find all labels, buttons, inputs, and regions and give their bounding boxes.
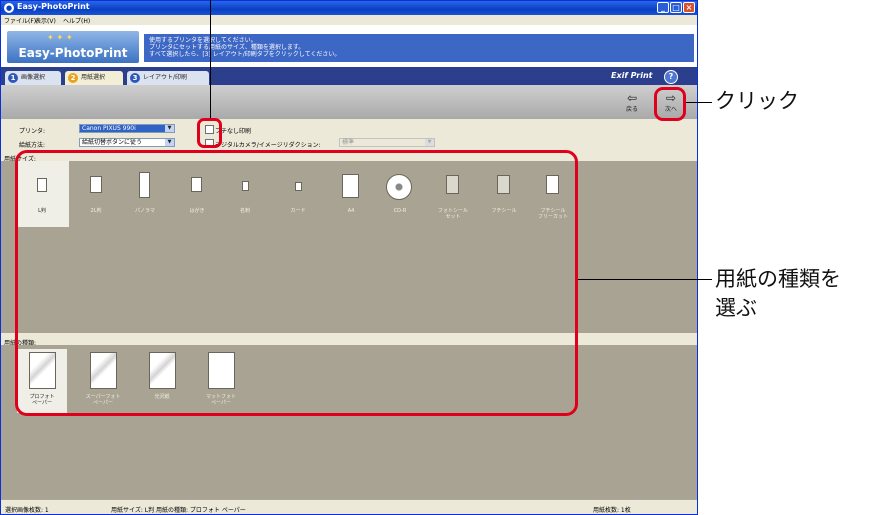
step-number: 1 bbox=[8, 73, 18, 83]
status-selected-count: 選択画像枚数: 1 bbox=[5, 507, 49, 514]
status-paper-info: 用紙サイズ: L判 用紙の種類: プロフォト ペーパー bbox=[111, 507, 246, 514]
step-tabs: 1 画像選択 2 用紙選択 3 レイアウト/印刷 bbox=[1, 67, 697, 85]
status-bar: 選択画像枚数: 1 用紙サイズ: L判 用紙の種類: プロフォト ペーパー 用紙… bbox=[1, 499, 697, 514]
chevron-down-icon: ▼ bbox=[165, 139, 174, 146]
step-number: 3 bbox=[130, 73, 140, 83]
feed-label: 給紙方法: bbox=[19, 142, 46, 149]
printer-options: プリンタ: Canon PIXUS 990i ▼ 給紙方法: 給紙切替ボタンに従う… bbox=[1, 119, 697, 153]
tab-layout-print[interactable]: 3 レイアウト/印刷 bbox=[127, 71, 209, 85]
minimize-button[interactable]: _ bbox=[657, 2, 669, 13]
back-button[interactable]: ⇦ 戻る bbox=[623, 92, 641, 116]
pointer-line bbox=[210, 0, 211, 120]
navigation-band: ⇦ 戻る ⇨ 次へ bbox=[1, 85, 697, 119]
feed-select[interactable]: 給紙切替ボタンに従う ▼ bbox=[79, 138, 175, 147]
app-icon: ● bbox=[4, 3, 14, 13]
choose-callout-line2: 選ぶ bbox=[715, 296, 757, 320]
logo-sparkle-icon: ✦ ✦ ✦ bbox=[47, 33, 73, 42]
tab-paper-select[interactable]: 2 用紙選択 bbox=[65, 71, 123, 85]
step-number: 2 bbox=[68, 73, 78, 83]
choose-callout-line bbox=[578, 279, 712, 280]
chevron-down-icon: ▼ bbox=[165, 125, 174, 132]
header-banner: ✦ ✦ ✦ Easy-PhotoPrint 使用するプリンタを選択してください。… bbox=[1, 25, 697, 67]
instruction-line: すべて選択したら、[3] レイアウト/印刷タブをクリックしてください。 bbox=[149, 51, 341, 58]
image-optimize-label: デジタルカメラ/イメージリダクション: bbox=[215, 142, 321, 149]
instruction-box: 使用するプリンタを選択してください。 プリンタにセットする用紙のサイズ、種類を選… bbox=[144, 34, 694, 62]
chevron-down-icon: ▼ bbox=[425, 139, 434, 146]
exif-print-logo: Exif Print bbox=[611, 71, 653, 80]
next-button-highlight bbox=[654, 87, 686, 121]
click-callout: クリック bbox=[715, 89, 799, 113]
instruction-line: 使用するプリンタを選択してください。 bbox=[149, 37, 257, 44]
menu-file[interactable]: ファイル(F) bbox=[4, 16, 36, 25]
help-icon[interactable]: ? bbox=[664, 70, 678, 84]
menu-bar: ファイル(F) 表示(V) ヘルプ(H) bbox=[1, 15, 697, 25]
back-arrow-icon: ⇦ bbox=[626, 91, 638, 105]
menu-view[interactable]: 表示(V) bbox=[35, 16, 56, 25]
checkbox-highlight bbox=[197, 118, 222, 148]
tab-image-select[interactable]: 1 画像選択 bbox=[5, 71, 61, 85]
menu-help[interactable]: ヘルプ(H) bbox=[63, 16, 90, 25]
instruction-line: プリンタにセットする用紙のサイズ、種類を選択します。 bbox=[149, 44, 305, 51]
status-sheet-count: 用紙枚数: 1枚 bbox=[593, 507, 631, 514]
app-logo: ✦ ✦ ✦ Easy-PhotoPrint bbox=[7, 31, 139, 63]
paper-area-highlight bbox=[15, 150, 578, 416]
window-title: Easy-PhotoPrint bbox=[17, 2, 90, 11]
choose-callout-line1: 用紙の種類を bbox=[715, 267, 841, 291]
close-button[interactable]: × bbox=[683, 2, 695, 13]
maximize-button[interactable]: □ bbox=[670, 2, 682, 13]
printer-select[interactable]: Canon PIXUS 990i ▼ bbox=[79, 124, 175, 133]
title-bar: ● Easy-PhotoPrint _ □ × bbox=[1, 1, 697, 15]
printer-label: プリンタ: bbox=[19, 128, 46, 135]
quality-select[interactable]: 標準 ▼ bbox=[339, 138, 435, 147]
click-callout-line bbox=[686, 102, 712, 103]
